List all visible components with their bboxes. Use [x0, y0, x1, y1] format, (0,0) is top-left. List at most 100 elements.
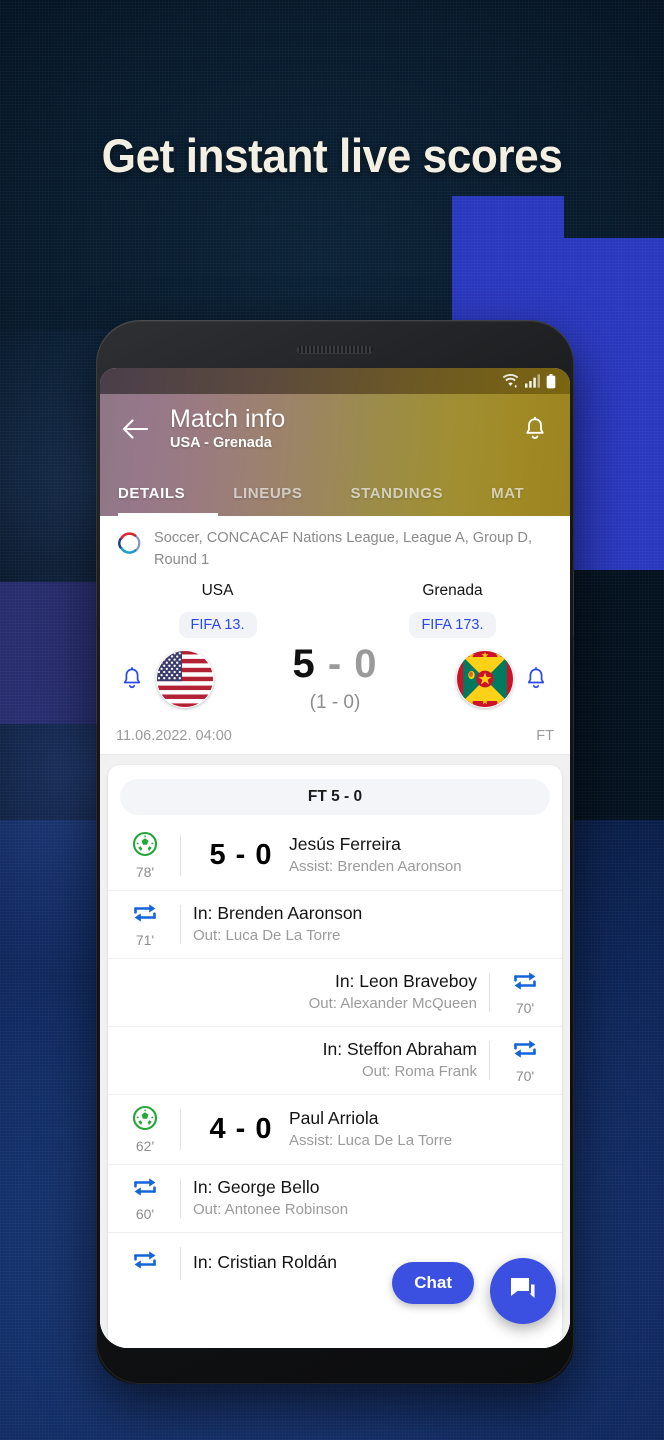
event-text: In: Steffon Abraham Out: Roma Frank	[122, 1039, 477, 1081]
app-bar-titles: Match info USA - Grenada	[170, 404, 518, 452]
event-minute: 71'	[135, 931, 155, 948]
event-divider	[180, 1108, 181, 1150]
event-row[interactable]: In: Leon Braveboy Out: Alexander McQueen	[108, 957, 562, 1026]
event-player-in: In: Cristian Roldán	[193, 1251, 337, 1272]
chat-fab-button[interactable]	[490, 1258, 556, 1324]
away-score: 0	[354, 641, 378, 686]
event-player: Paul Arriola	[289, 1108, 379, 1129]
away-bell-icon[interactable]	[524, 666, 550, 692]
substitution-icon	[132, 901, 158, 930]
wifi-icon	[502, 374, 519, 388]
league-info-row[interactable]: Soccer, CONCACAF Nations League, League …	[100, 516, 570, 576]
concacaf-logo-icon	[116, 530, 142, 556]
event-icon-col: 70'	[502, 1037, 548, 1084]
bell-icon[interactable]	[518, 412, 552, 446]
league-name: Soccer, CONCACAF Nations League, League …	[154, 530, 533, 568]
event-player-in: In: Brenden Aaronson	[193, 903, 363, 924]
away-fifa-rank-badge[interactable]: FIFA 173.	[409, 611, 496, 638]
event-text: Paul Arriola Assist: Luca De La Torre	[289, 1108, 548, 1150]
home-score: 5	[292, 641, 316, 686]
event-player-out: Out: Roma Frank	[361, 1062, 477, 1080]
phone-mockup: Match info USA - Grenada DETAILS LINEUPS…	[96, 320, 574, 1384]
event-text: Jesús Ferreira Assist: Brenden Aaronson	[289, 834, 548, 876]
soccer-ball-icon	[132, 1105, 158, 1136]
event-player: Jesús Ferreira	[289, 834, 401, 855]
scoreboard: 5 - 0 (1 - 0)	[100, 638, 570, 714]
substitution-icon	[512, 1037, 538, 1066]
event-divider	[180, 1178, 181, 1218]
match-meta-row: 11.06.2022. 04:00 FT	[100, 714, 570, 755]
tab-matches[interactable]: MAT	[491, 485, 524, 516]
promo-headline: Get instant live scores	[101, 129, 563, 182]
phone-speaker-grille	[297, 346, 373, 353]
event-row[interactable]: 60' In: George Bello Out: Antonee Robins…	[108, 1163, 562, 1232]
tab-standings[interactable]: STANDINGS	[350, 485, 443, 516]
event-icon-col: 70'	[502, 969, 548, 1016]
event-row[interactable]: 71' In: Brenden Aaronson Out: Luca De La…	[108, 889, 562, 958]
page-title: Match info	[170, 404, 286, 433]
away-team-name: Grenada	[422, 581, 483, 599]
home-team-name: USA	[201, 581, 234, 599]
match-datetime: 11.06.2022. 04:00	[116, 727, 232, 744]
event-score: 4 - 0	[209, 1112, 273, 1145]
decor-block-right-upper	[564, 238, 664, 300]
event-text: In: Leon Braveboy Out: Alexander McQueen	[122, 971, 477, 1013]
home-bell-icon[interactable]	[120, 666, 146, 692]
event-detail: Assist: Brenden Aaronson	[289, 857, 462, 875]
event-player-in: In: George Bello	[193, 1177, 320, 1198]
phone-volume-button	[96, 558, 97, 616]
grenada-flag-icon	[456, 650, 514, 708]
event-detail: Assist: Luca De La Torre	[289, 1131, 453, 1149]
event-icon-col: 71'	[122, 901, 168, 948]
halftime-score: (1 - 0)	[309, 691, 361, 713]
event-minute: 70'	[515, 999, 535, 1016]
event-divider	[489, 972, 490, 1012]
soccer-ball-icon	[132, 831, 158, 862]
event-divider	[489, 1040, 490, 1080]
away-fifa-cell: FIFA 173.	[335, 611, 570, 638]
events-card: FT 5 - 0 78' 5 - 0 Jesús Ferreira Assist…	[108, 764, 562, 1348]
tab-details[interactable]: DETAILS	[118, 485, 185, 516]
event-minute: 60'	[135, 1205, 155, 1222]
decor-block-right-top	[452, 196, 564, 300]
event-row[interactable]: 78' 5 - 0 Jesús Ferreira Assist: Brenden…	[108, 821, 562, 890]
events-section: FT 5 - 0 78' 5 - 0 Jesús Ferreira Assist…	[100, 754, 570, 1348]
tab-lineups[interactable]: LINEUPS	[233, 485, 302, 516]
home-team-block	[114, 650, 260, 708]
team-names-row: USA Grenada	[100, 576, 570, 602]
phone-power-button	[96, 630, 97, 724]
event-player-in: In: Leon Braveboy	[334, 971, 477, 992]
event-minute: 70'	[515, 1067, 535, 1084]
app-screen: Match info USA - Grenada DETAILS LINEUPS…	[100, 368, 570, 1348]
phone-side-button-right	[573, 570, 574, 636]
event-divider	[180, 1246, 181, 1280]
battery-icon	[546, 373, 556, 389]
back-arrow-icon[interactable]	[118, 412, 152, 446]
chat-button[interactable]: Chat	[392, 1262, 474, 1304]
event-player-out: Out: Alexander McQueen	[308, 994, 477, 1012]
final-score: 5 - 0	[260, 644, 410, 684]
promo-screenshot: Get instant live scores Match info USA -…	[0, 0, 664, 1440]
events-header-pill: FT 5 - 0	[120, 778, 550, 815]
event-divider	[180, 904, 181, 944]
home-fifa-rank-badge[interactable]: FIFA 13.	[178, 611, 257, 638]
event-row[interactable]: In: Steffon Abraham Out: Roma Frank 70'	[108, 1025, 562, 1094]
substitution-icon	[132, 1248, 158, 1277]
event-text: In: Brenden Aaronson Out: Luca De La Tor…	[193, 903, 548, 945]
event-player-in: In: Steffon Abraham	[322, 1039, 477, 1060]
event-row[interactable]: 62' 4 - 0 Paul Arriola Assist: Luca De L…	[108, 1093, 562, 1164]
match-status: FT	[536, 727, 554, 744]
page-subtitle: USA - Grenada	[170, 434, 272, 451]
event-divider	[180, 834, 181, 876]
home-fifa-cell: FIFA 13.	[100, 611, 335, 638]
chat-bubble-icon	[508, 1275, 538, 1308]
event-icon-col	[122, 1248, 168, 1279]
tab-bar: DETAILS LINEUPS STANDINGS MAT	[100, 464, 570, 516]
event-icon-col: 60'	[122, 1175, 168, 1222]
event-player-out: Out: Luca De La Torre	[193, 926, 341, 944]
event-minute: 78'	[135, 863, 155, 880]
score-separator: -	[327, 641, 343, 686]
status-bar	[100, 368, 570, 394]
event-text: In: Cristian Roldán	[193, 1252, 548, 1275]
event-icon-col: 62'	[122, 1105, 168, 1154]
